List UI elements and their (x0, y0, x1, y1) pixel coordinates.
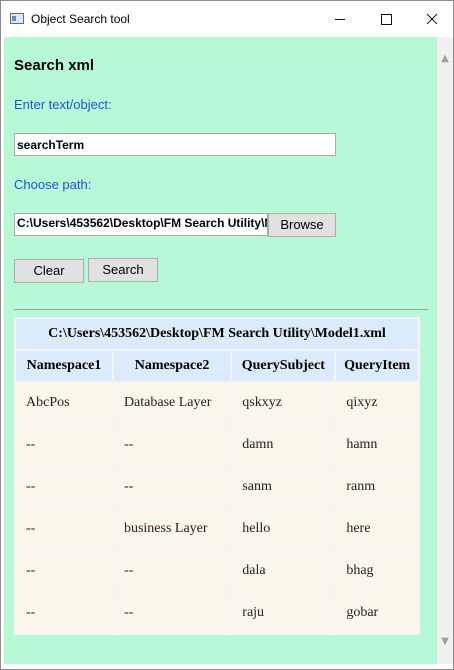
table-cell: sanm (232, 467, 335, 507)
table-cell: -- (113, 425, 231, 465)
scroll-down-arrow-icon[interactable]: ▼ (437, 634, 453, 650)
table-row: -- -- damn hamn (16, 425, 418, 465)
minimize-button[interactable] (317, 1, 363, 37)
window-title: Object Search tool (31, 12, 130, 26)
table-cell: bhag (336, 551, 418, 591)
form-client-area: Search xml Enter text/object: Choose pat… (4, 37, 437, 664)
close-button[interactable] (409, 1, 454, 37)
divider (14, 309, 428, 310)
app-window: Object Search tool Search xml Enter text… (0, 0, 454, 670)
table-row: AbcPos Database Layer qskxyz qixyz (16, 383, 418, 423)
table-cell: here (336, 509, 418, 549)
table-cell: Database Layer (113, 383, 231, 423)
search-button[interactable]: Search (88, 258, 158, 282)
table-cell: qixyz (336, 383, 418, 423)
table-cell: -- (16, 509, 112, 549)
table-cell: -- (16, 467, 112, 507)
path-label: Choose path: (14, 177, 92, 192)
results-table: C:\Users\453562\Desktop\FM Search Utilit… (14, 317, 420, 635)
scroll-up-arrow-icon[interactable]: ▲ (437, 51, 453, 67)
table-cell: -- (16, 593, 112, 633)
table-row: -- -- dala bhag (16, 551, 418, 591)
table-cell: -- (113, 467, 231, 507)
close-icon (426, 13, 438, 25)
table-cell: gobar (336, 593, 418, 633)
table-cell: raju (232, 593, 335, 633)
table-cell: -- (16, 551, 112, 591)
table-row: -- business Layer hello here (16, 509, 418, 549)
table-row: -- -- raju gobar (16, 593, 418, 633)
table-cell: -- (16, 425, 112, 465)
table-cell: hello (232, 509, 335, 549)
column-header: QueryItem (336, 351, 418, 381)
table-row: -- -- sanm ranm (16, 467, 418, 507)
results-caption: C:\Users\453562\Desktop\FM Search Utilit… (16, 319, 418, 349)
table-cell: AbcPos (16, 383, 112, 423)
table-cell: ranm (336, 467, 418, 507)
minimize-icon (335, 18, 345, 20)
table-cell: -- (113, 551, 231, 591)
column-header: Namespace2 (113, 351, 231, 381)
page-title: Search xml (14, 57, 95, 74)
table-cell: damn (232, 425, 335, 465)
table-cell: hamn (336, 425, 418, 465)
maximize-button[interactable] (363, 1, 409, 37)
table-cell: dala (232, 551, 335, 591)
browse-button[interactable]: Browse (268, 213, 336, 237)
title-bar[interactable]: Object Search tool (1, 1, 453, 37)
table-cell: business Layer (113, 509, 231, 549)
search-input[interactable] (14, 133, 336, 156)
search-text-label: Enter text/object: (14, 97, 112, 112)
column-header: Namespace1 (16, 351, 112, 381)
maximize-icon (380, 13, 392, 25)
table-cell: -- (113, 593, 231, 633)
table-cell: qskxyz (232, 383, 335, 423)
vertical-scrollbar[interactable]: ▲ ▼ (437, 37, 453, 664)
header-row: Namespace1 Namespace2 QuerySubject Query… (16, 351, 418, 381)
column-header: QuerySubject (232, 351, 335, 381)
clear-button[interactable]: Clear (14, 259, 84, 283)
path-input[interactable]: C:\Users\453562\Desktop\FM Search Utilit… (14, 213, 268, 236)
app-window-icon (10, 13, 24, 24)
